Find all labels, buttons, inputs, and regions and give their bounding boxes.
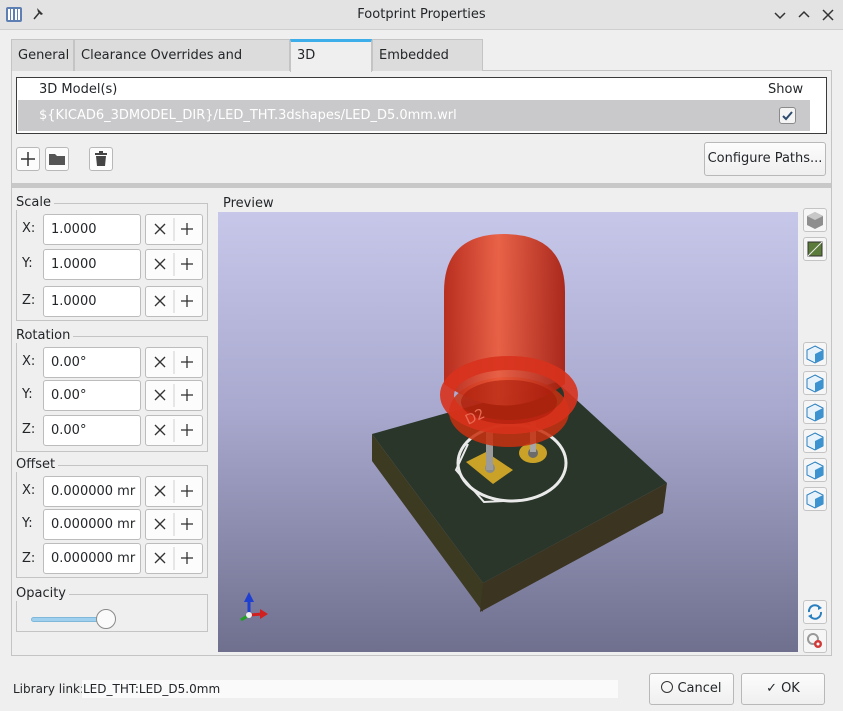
offset-z-label: Z:	[22, 551, 36, 566]
opacity-slider-handle[interactable]	[96, 609, 116, 629]
cancel-button[interactable]: Cancel	[649, 673, 734, 705]
opacity-slider-track[interactable]	[31, 617, 106, 622]
offset-z-reset-increment-buttons[interactable]	[145, 543, 203, 574]
reset-increment-icons	[154, 513, 193, 536]
browse-model-button[interactable]	[45, 147, 69, 171]
cancel-icon	[661, 681, 674, 693]
reload-preview-button[interactable]	[803, 600, 827, 624]
render-material-button[interactable]	[803, 208, 827, 232]
view-back-button[interactable]	[803, 429, 827, 453]
scale-z-input[interactable]: 1.0000	[43, 286, 141, 317]
preview-settings-button[interactable]	[803, 629, 827, 653]
rotation-x-reset-increment-buttons[interactable]	[145, 347, 203, 378]
preview-label: Preview	[223, 196, 274, 211]
reset-increment-icons	[154, 384, 193, 407]
model-path-cell[interactable]: ${KICAD6_3DMODEL_DIR}/LED_THT.3dshapes/L…	[39, 108, 457, 123]
scale-z-reset-increment-buttons[interactable]	[145, 286, 203, 317]
board-icon	[807, 241, 823, 257]
view-right-button[interactable]	[803, 371, 827, 395]
rotation-y-reset-increment-buttons[interactable]	[145, 380, 203, 411]
rotation-z-input[interactable]: 0.00°	[43, 415, 141, 446]
view-top-button[interactable]	[803, 458, 827, 482]
reset-increment-icons	[154, 290, 193, 313]
offset-x-reset-increment-buttons[interactable]	[145, 476, 203, 507]
scale-z-label: Z:	[22, 293, 36, 308]
minimize-icon[interactable]	[772, 7, 788, 23]
view-bottom-button[interactable]	[803, 487, 827, 511]
view-front-button[interactable]	[803, 400, 827, 424]
offset-x-label: X:	[22, 483, 36, 498]
trash-icon	[95, 151, 107, 166]
view-cube-icon	[806, 461, 824, 480]
offset-y-input[interactable]: 0.000000 mr	[43, 509, 141, 540]
offset-z-input[interactable]: 0.000000 mr	[43, 543, 141, 574]
ok-button[interactable]: ✓ OK	[741, 673, 825, 705]
led-3d-render: D2	[240, 234, 667, 622]
view-cube-icon	[806, 374, 824, 393]
rotation-y-input[interactable]: 0.00°	[43, 380, 141, 411]
scale-y-label: Y:	[22, 256, 33, 271]
view-left-button[interactable]	[803, 342, 827, 366]
reset-increment-icons	[154, 547, 193, 570]
show-checkbox[interactable]	[779, 107, 796, 124]
rotation-x-input[interactable]: 0.00°	[43, 347, 141, 378]
rotation-x-label: X:	[22, 354, 36, 369]
tab-embedded-files[interactable]: Embedded Files	[372, 39, 483, 94]
configure-paths-button[interactable]: Configure Paths...	[704, 142, 826, 176]
column-header-model[interactable]: 3D Model(s)	[39, 82, 117, 97]
reset-increment-icons	[154, 218, 193, 241]
checkmark-icon	[782, 111, 793, 121]
maximize-icon[interactable]	[796, 7, 812, 23]
splitter[interactable]	[12, 183, 831, 188]
library-link-value[interactable]: LED_THT:LED_D5.0mm	[82, 680, 618, 698]
cube-render-icon	[807, 212, 823, 229]
cancel-label: Cancel	[677, 681, 722, 696]
close-icon[interactable]	[820, 7, 836, 23]
scale-x-label: X:	[22, 221, 36, 236]
view-cube-icon	[806, 490, 824, 509]
reset-increment-icons	[154, 480, 193, 503]
offset-y-label: Y:	[22, 516, 33, 531]
reset-increment-icons	[154, 419, 193, 442]
offset-label: Offset	[16, 457, 59, 472]
offset-y-reset-increment-buttons[interactable]	[145, 509, 203, 540]
scale-y-reset-increment-buttons[interactable]	[145, 249, 203, 280]
render-board-button[interactable]	[803, 237, 827, 261]
gear-icon	[807, 633, 822, 648]
3d-preview-canvas[interactable]: D2	[218, 212, 798, 652]
tab-general[interactable]: General	[11, 39, 74, 71]
scale-x-input[interactable]: 1.0000	[43, 214, 141, 245]
scale-y-input[interactable]: 1.0000	[43, 249, 141, 280]
checkmark-icon: ✓	[766, 681, 778, 696]
folder-icon	[49, 154, 65, 165]
add-model-button[interactable]	[16, 147, 40, 171]
offset-x-input[interactable]: 0.000000 mr	[43, 476, 141, 507]
view-cube-icon	[806, 403, 824, 422]
opacity-label: Opacity	[16, 586, 70, 601]
ok-label: OK	[781, 681, 800, 696]
library-link-label: Library link:	[13, 682, 85, 696]
rotation-z-label: Z:	[22, 422, 36, 437]
reset-increment-icons	[154, 351, 193, 374]
window-title: Footprint Properties	[357, 7, 486, 22]
rotation-y-label: Y:	[22, 387, 33, 402]
view-cube-icon	[806, 432, 824, 451]
rotation-z-reset-increment-buttons[interactable]	[145, 415, 203, 446]
plus-icon	[21, 152, 35, 166]
tab-3d-models[interactable]: 3D Models	[290, 39, 372, 91]
delete-model-button[interactable]	[89, 147, 113, 171]
scale-label: Scale	[16, 195, 54, 210]
scale-x-reset-increment-buttons[interactable]	[145, 214, 203, 245]
reset-increment-icons	[154, 253, 193, 276]
column-header-show[interactable]: Show	[768, 82, 803, 97]
tab-clearance-overrides[interactable]: Clearance Overrides and Settings	[74, 39, 290, 94]
view-cube-icon	[806, 345, 824, 364]
rotation-label: Rotation	[16, 328, 74, 343]
refresh-icon	[807, 604, 823, 620]
